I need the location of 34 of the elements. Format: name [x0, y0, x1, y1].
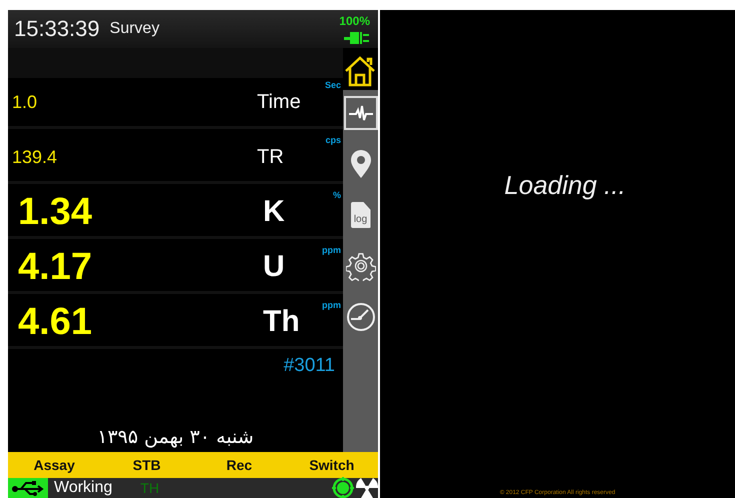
reading-label: Time — [257, 90, 301, 114]
nav-button[interactable] — [344, 96, 378, 130]
reading-value: 1.0 — [12, 92, 38, 112]
location-pin-icon — [348, 149, 372, 179]
reading-value: 4.17 — [17, 246, 93, 288]
unit-label: ppm — [322, 300, 341, 310]
reading-label: Th — [263, 305, 300, 339]
reading-value: 139.4 — [12, 146, 58, 168]
reading-label: TR — [257, 146, 284, 168]
settings-icon — [346, 251, 376, 281]
plug-icon — [344, 30, 370, 44]
record-number: #3011 — [284, 355, 335, 376]
date-text: شنبه ۳۰ بهمن ۱۳۹۵ — [97, 426, 254, 448]
unit-label: % — [332, 190, 341, 200]
log-file-icon: log — [350, 202, 370, 228]
reading-value: 4.61 — [17, 300, 93, 344]
gauge-icon — [346, 302, 376, 332]
clock-time: 15:33:39 — [14, 16, 100, 42]
mode-label: Survey — [110, 20, 160, 38]
unit-label: Sec — [324, 80, 341, 90]
nav-button[interactable]: log — [344, 198, 378, 232]
battery-percent: 100% — [339, 14, 370, 28]
unit-label: cps — [325, 135, 341, 145]
usb-icon — [8, 478, 48, 498]
status-text: Working — [54, 479, 112, 497]
home-icon[interactable] — [343, 54, 377, 88]
reading-label: K — [263, 195, 285, 229]
reading-label: U — [263, 250, 285, 284]
unit-label: ppm — [322, 245, 341, 255]
pulse-icon — [348, 103, 374, 123]
reading-value: 1.34 — [17, 190, 93, 234]
target-icon — [332, 477, 354, 498]
loading-text: Loading ... — [504, 170, 626, 200]
status-tag: TH — [140, 480, 160, 496]
